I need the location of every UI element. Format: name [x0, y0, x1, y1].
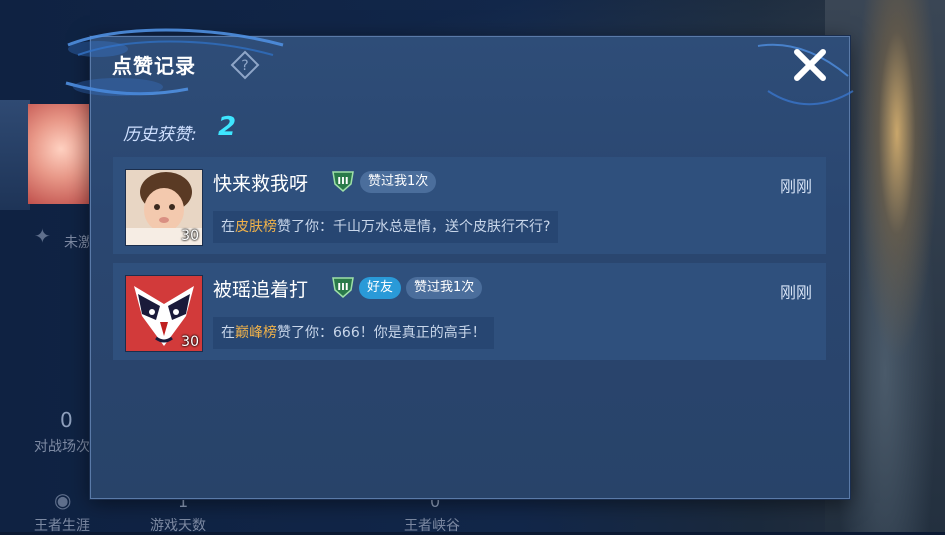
- message-text: 赞了你：千山万水总是情，送个皮肤行不行?: [277, 219, 551, 235]
- player-avatar[interactable]: 30: [125, 169, 203, 246]
- message-prefix: 在: [221, 325, 235, 341]
- friend-tag: 好友: [359, 277, 402, 299]
- player-name: 被瑶追着打: [213, 279, 309, 301]
- like-record-row[interactable]: 30 快来救我呀 III 赞过我1次 刚刚 在皮肤榜赞了你：千山万水总是情，送个…: [113, 157, 826, 254]
- svg-text:?: ?: [241, 58, 248, 74]
- background-days-label: 游戏天数: [150, 518, 206, 534]
- liked-me-count-tag: 赞过我1次: [406, 277, 483, 299]
- background-side-card: [0, 100, 30, 210]
- background-career-icon: ◉: [54, 488, 72, 512]
- record-time: 刚刚: [779, 177, 812, 196]
- player-level: 30: [181, 334, 199, 350]
- background-career-label: 王者生涯: [34, 518, 90, 534]
- svg-text:III: III: [337, 176, 348, 187]
- rank-iii-badge-icon: III: [332, 277, 354, 298]
- player-avatar[interactable]: 30: [125, 275, 203, 352]
- message-prefix: 在: [221, 219, 235, 235]
- rank-iii-badge-icon: III: [332, 171, 354, 192]
- background-stat-value: 0: [60, 408, 73, 432]
- svg-text:III: III: [337, 282, 348, 293]
- background-emblem-icon: ✦: [34, 224, 51, 248]
- player-name: 快来救我呀: [213, 173, 309, 195]
- message-source-board[interactable]: 巅峰榜: [235, 325, 277, 341]
- history-likes-count: 2: [218, 112, 237, 142]
- dialog-title: 点赞记录: [112, 54, 196, 78]
- record-time: 刚刚: [779, 283, 812, 302]
- like-record-row[interactable]: 30 被瑶追着打 III 好友 赞过我1次 刚刚 在巅峰榜赞了你：666！你是真…: [113, 263, 826, 360]
- message-source-board[interactable]: 皮肤榜: [235, 219, 277, 235]
- player-level: 30: [181, 228, 199, 244]
- background-label: 未激: [64, 235, 92, 251]
- background-valley-label: 王者峡谷: [404, 518, 460, 534]
- message-text: 赞了你：666！你是真正的高手！: [277, 325, 486, 341]
- liked-me-count-tag: 赞过我1次: [360, 171, 437, 193]
- question-diamond-icon[interactable]: ?: [230, 50, 260, 80]
- close-x-icon[interactable]: [790, 45, 830, 85]
- like-message: 在巅峰榜赞了你：666！你是真正的高手！: [213, 317, 494, 349]
- history-likes-label: 历史获赞:: [123, 125, 197, 145]
- like-message: 在皮肤榜赞了你：千山万水总是情，送个皮肤行不行?: [213, 211, 559, 243]
- background-avatar: [28, 104, 94, 204]
- background-stat-label: 对战场次: [34, 439, 90, 455]
